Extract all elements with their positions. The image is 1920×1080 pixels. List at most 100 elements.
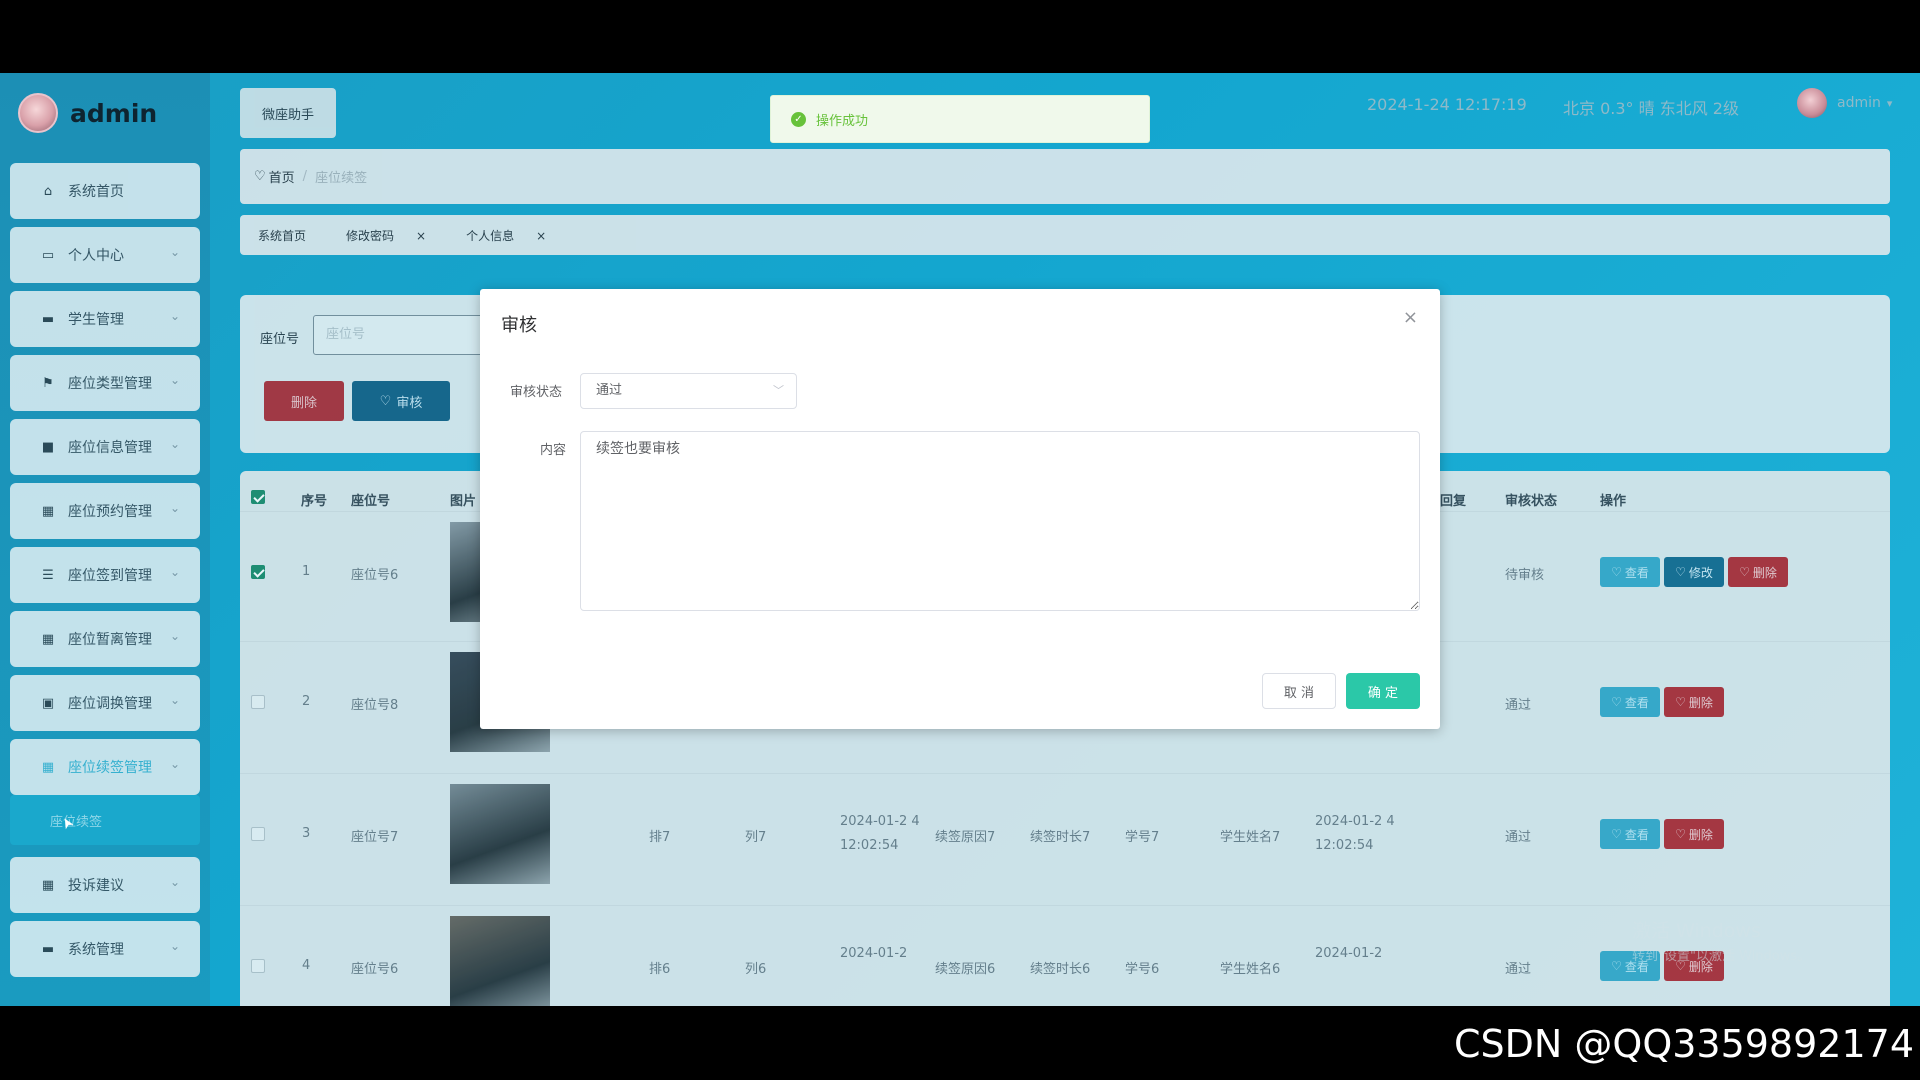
action-label: 查看 [1624,827,1649,842]
sidebar-item-3[interactable]: ⚑ 座位类型管理 ⌄ [10,355,200,411]
cell-student_name: 学生姓名6 [1220,962,1281,977]
view-button[interactable]: ♡ 查看 [1600,687,1660,717]
caret-down-icon: ▾ [1886,96,1893,110]
tab-0[interactable]: 系统首页 [258,227,326,244]
toast-message: 操作成功 [816,113,869,129]
confirm-button[interactable]: 确 定 [1346,673,1420,709]
row-checkbox[interactable] [251,959,265,973]
sidebar-item-label: 座位信息管理 [68,440,152,456]
sidebar-item-label: 座位类型管理 [68,376,152,392]
close-icon[interactable]: × [1403,307,1418,328]
dialog-title: 审核 [501,315,537,336]
cell-reply_date: 2024-01-2 [1315,946,1383,961]
tabs-bar: 系统首页 修改密码 × 个人信息 × [240,215,1890,255]
assistant-button[interactable]: 微座助手 [240,88,336,138]
user-name: admin [1837,95,1881,111]
sidebar-item-9[interactable]: ▦ 座位续签管理 ⌄ [10,739,200,795]
cell-row: 排6 [649,962,671,977]
row-checkbox[interactable] [251,827,265,841]
row-checkbox[interactable] [251,565,265,579]
grid-icon: ▦ [41,877,55,893]
sidebar-item-0[interactable]: ⌂ 系统首页 [10,163,200,219]
cell-index: 3 [302,826,311,841]
chevron-down-icon: ⌄ [169,565,180,579]
chevron-down-icon: ⌄ [169,939,180,953]
chevron-down-icon: ⌄ [169,501,180,515]
cell-status: 通过 [1505,698,1532,713]
sidebar-item-6[interactable]: ☰ 座位签到管理 ⌄ [10,547,200,603]
sidebar-item-11[interactable]: ▬ 系统管理 ⌄ [10,921,200,977]
cell-duration: 续签时长7 [1030,830,1091,845]
heart-icon: ♡ [1739,565,1750,579]
chevron-down-icon: ⌄ [169,437,180,451]
chevron-down-icon: ⌄ [169,629,180,643]
breadcrumb: ♡ 首页 / 座位续签 [240,149,1890,204]
breadcrumb-home[interactable]: 首页 [269,167,295,186]
sidebar-item-5[interactable]: ▦ 座位预约管理 ⌄ [10,483,200,539]
flag-icon: ⚑ [42,375,54,391]
close-icon[interactable]: × [416,229,426,243]
heart-icon: ♡ [1611,565,1622,579]
tab-2[interactable]: 个人信息 × [466,227,566,244]
action-label: 修改 [1688,565,1713,580]
watermark-line2: 转到"设置"以激活 Windows。 [1632,949,1811,964]
chevron-down-icon: ⌄ [169,875,180,889]
chat-icon: ▬ [41,311,55,327]
breadcrumb-separator: / [302,169,308,184]
cell-seat: 座位号8 [351,698,399,713]
success-toast: ✓ 操作成功 [770,95,1150,143]
breadcrumb-current: 座位续签 [315,171,368,186]
admin-avatar [18,93,58,133]
tab-label: 修改密码 [346,228,395,243]
chevron-down-icon: ⌄ [169,373,180,387]
sidebar-item-label: 投诉建议 [68,878,124,894]
user-menu[interactable]: admin ▾ [1797,88,1892,118]
check-circle-icon: ✓ [791,111,806,127]
chevron-down-icon: ⌄ [169,693,180,707]
del-button[interactable]: ♡ 删除 [1664,687,1724,717]
batch-audit-button[interactable]: ♡ 审核 [352,381,450,421]
sidebar-item-10[interactable]: ▦ 投诉建议 ⌄ [10,857,200,913]
close-icon[interactable]: × [536,229,546,243]
weather-display: 北京 0.3° 晴 东北风 2级 [1563,99,1739,118]
sidebar-item-label: 座位调换管理 [68,696,152,712]
sidebar-item-4[interactable]: ■ 座位信息管理 ⌄ [10,419,200,475]
sidebar-item-label: 学生管理 [68,312,124,328]
sidebar-menu: ⌂ 系统首页 ▭ 个人中心 ⌄ ▬ 学生管理 ⌄ ⚑ 座位类型管理 ⌄ ■ 座位信息管理 ⌄ ▦ 座位预约管理… [10,163,200,985]
row-checkbox[interactable] [251,695,265,709]
edit-button[interactable]: ♡ 修改 [1664,557,1724,587]
submenu-item-renewal[interactable]: 座位续签 ➤ [10,795,200,845]
action-label: 查看 [1624,695,1649,710]
header-reply: 回复 [1440,494,1467,509]
tab-label: 个人信息 [466,228,515,243]
select-all-checkbox[interactable] [251,490,265,504]
tab-1[interactable]: 修改密码 × [346,227,446,244]
del-button[interactable]: ♡ 删除 [1728,557,1788,587]
status-select[interactable]: 通过 ﹀ [580,373,797,409]
sidebar-item-7[interactable]: ▦ 座位暂离管理 ⌄ [10,611,200,667]
cell-student_no: 学号6 [1125,962,1160,977]
heart-icon: ♡ [1675,695,1686,709]
grid-icon: ▦ [41,503,55,519]
cell-student_no: 学号7 [1125,830,1160,845]
brand-name: admin [70,98,158,128]
cell-status: 通过 [1505,962,1532,977]
sidebar-item-8[interactable]: ▣ 座位调换管理 ⌄ [10,675,200,731]
sidebar-item-2[interactable]: ▬ 学生管理 ⌄ [10,291,200,347]
del-button[interactable]: ♡ 删除 [1664,819,1724,849]
brand: admin [18,93,157,133]
chevron-down-icon: ⌄ [169,245,180,259]
view-button[interactable]: ♡ 查看 [1600,819,1660,849]
seat-thumbnail [450,784,550,884]
batch-delete-button[interactable]: 删除 [264,381,344,421]
content-textarea[interactable]: 续签也要审核 [580,431,1420,611]
cancel-button[interactable]: 取 消 [1262,673,1336,709]
heart-icon: ♡ [1611,959,1622,973]
grid-active-icon: ▦ [41,759,55,775]
cell-seat: 座位号6 [351,962,399,977]
seat-search-input[interactable]: 座位号 [313,315,493,355]
cell-index: 4 [302,958,311,973]
sidebar-item-1[interactable]: ▭ 个人中心 ⌄ [10,227,200,283]
view-button[interactable]: ♡ 查看 [1600,557,1660,587]
heart-icon: ♡ [1611,695,1622,709]
